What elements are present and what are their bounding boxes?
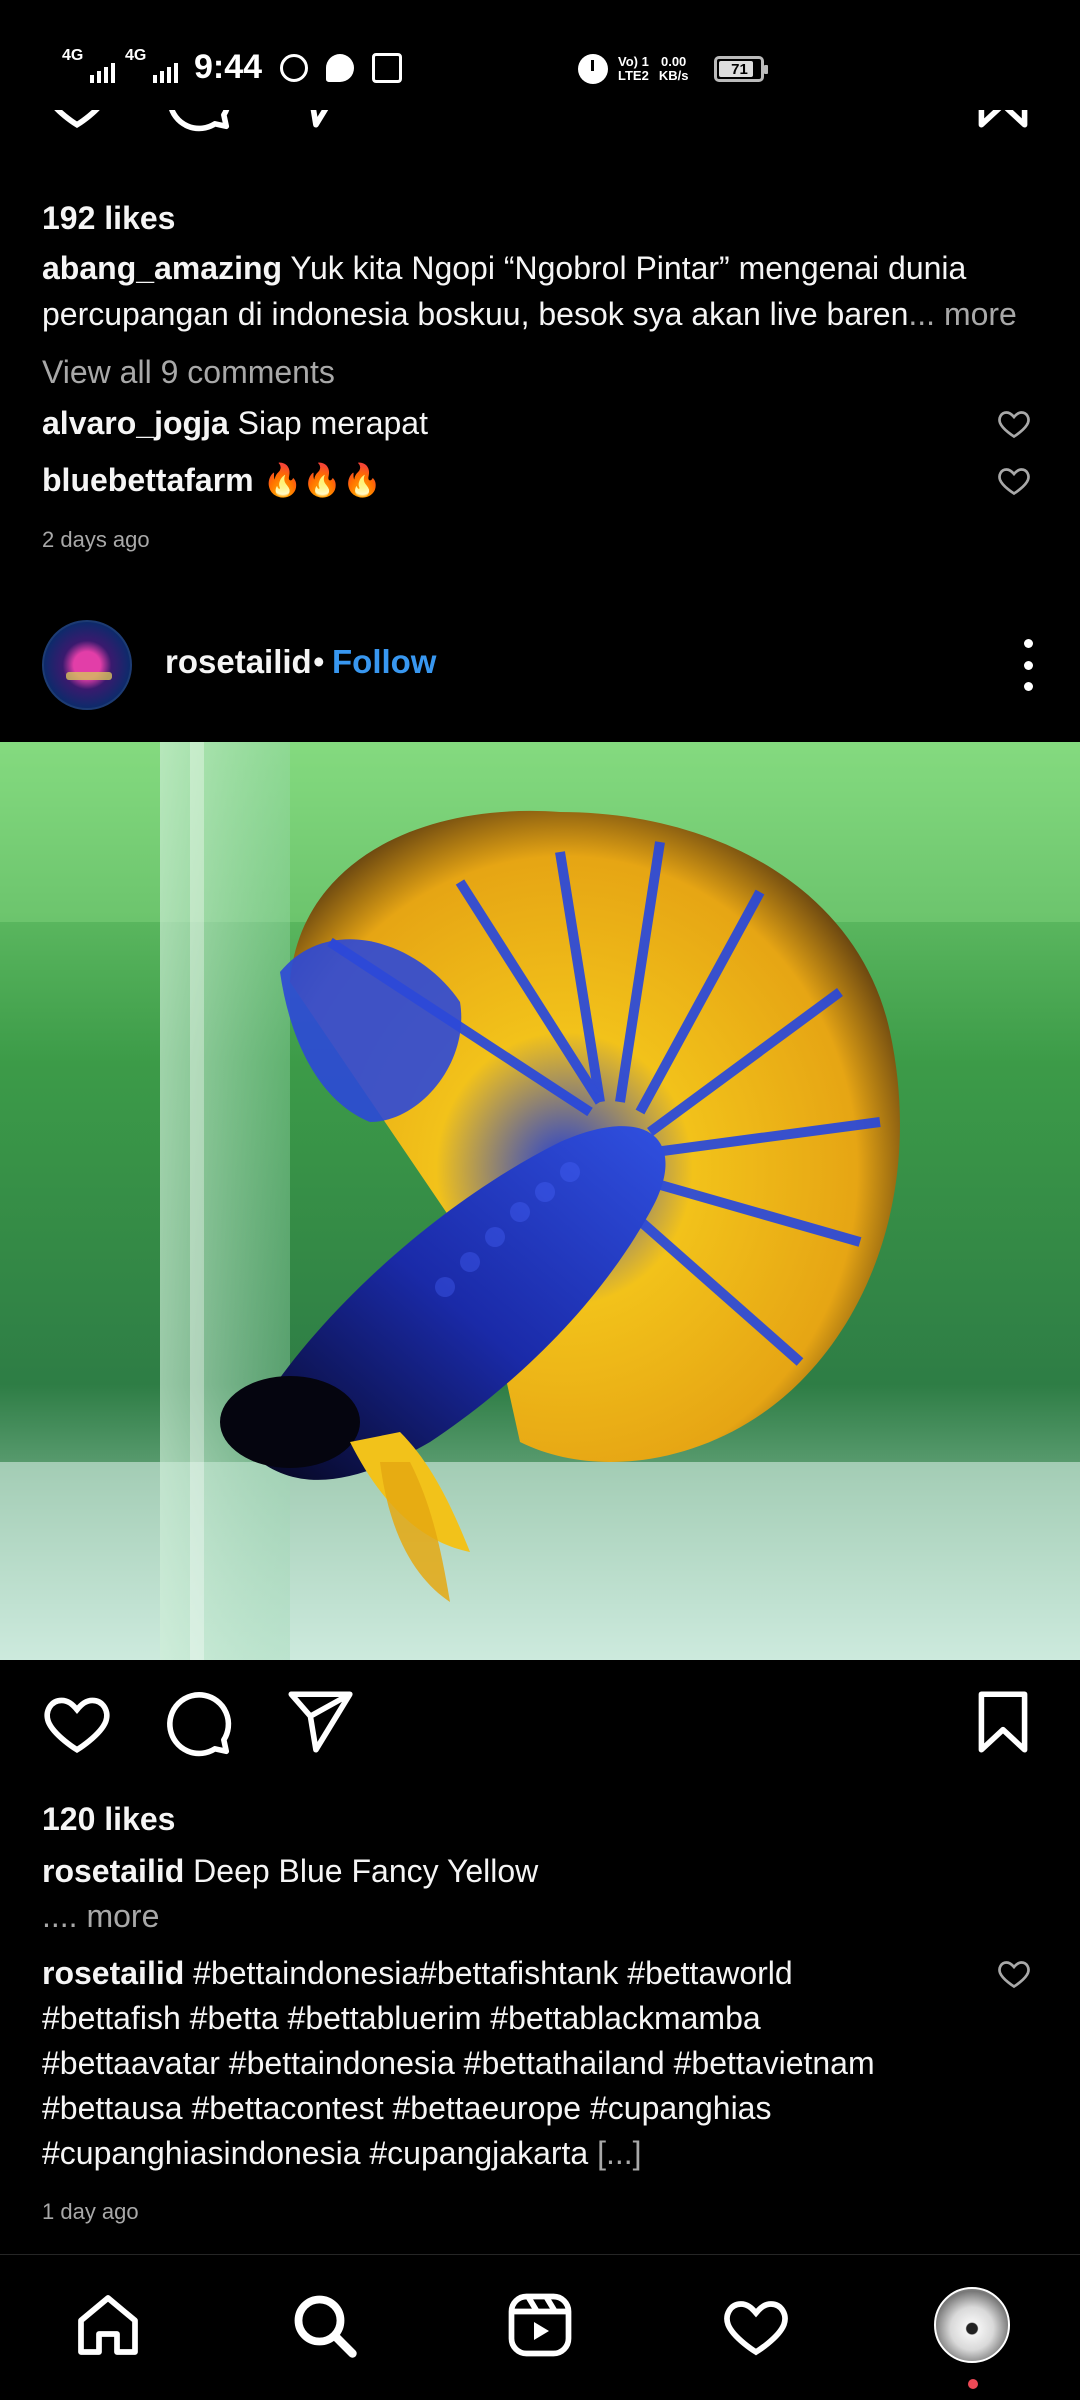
- post1-action-row: [0, 100, 1080, 170]
- caption-more-link[interactable]: ... more: [908, 296, 1016, 332]
- post1-caption: abang_amazing Yuk kita Ngopi “Ngobrol Pi…: [42, 246, 966, 290]
- status-right: Vo) 1 LTE2 0.00 KB/s 71: [578, 54, 769, 84]
- post2-caption: rosetailid Deep Blue Fancy Yellow: [42, 1849, 538, 1893]
- notification-dot: [968, 2379, 978, 2389]
- post1-caption-line2: percupangan di indonesia boskuu, besok s…: [42, 292, 1017, 336]
- comment-row: bluebettafarm 🔥🔥🔥: [42, 458, 382, 502]
- profile-avatar[interactable]: [934, 2287, 1010, 2363]
- signal-2-icon: 4G: [125, 47, 178, 83]
- hashtag-comment-line1: rosetailid #bettaindonesia#bettafishtank…: [42, 1951, 793, 1995]
- caption-more-link[interactable]: .... more: [42, 1894, 159, 1938]
- post-author-username[interactable]: rosetailid: [165, 643, 312, 681]
- caption-username[interactable]: abang_amazing: [42, 250, 282, 286]
- post1-timestamp: 2 days ago: [42, 527, 150, 552]
- hashtags-last-line: #cupanghiasindonesia #cupangjakarta [...…: [42, 2131, 642, 2175]
- comment-text: 🔥🔥🔥: [262, 462, 383, 498]
- post2-timestamp: 1 day ago: [42, 2199, 139, 2224]
- message-icon: [326, 53, 355, 82]
- network-speed: 0.00 KB/s: [658, 54, 689, 83]
- alarm-icon: [578, 54, 608, 84]
- profile-picture: [934, 2287, 1010, 2363]
- view-all-comments-link[interactable]: View all 9 comments: [42, 350, 335, 394]
- hashtags[interactable]: #bettaavatar #bettaindonesia #bettathail…: [42, 2041, 875, 2085]
- post2-action-row: [0, 1685, 1080, 1775]
- truncation-link[interactable]: [...]: [597, 2135, 641, 2171]
- separator-dot: •: [313, 643, 325, 680]
- more-options-icon[interactable]: [1018, 639, 1038, 691]
- comment-row: alvaro_jogja Siap merapat: [42, 401, 428, 445]
- hashtags[interactable]: #cupanghiasindonesia #cupangjakarta: [42, 2135, 588, 2171]
- comment-username[interactable]: bluebettafarm: [42, 462, 254, 498]
- like-icon[interactable]: [40, 1685, 114, 1759]
- status-left: 4G 4G 9:44: [62, 47, 403, 87]
- comment-icon[interactable]: [160, 1685, 234, 1759]
- post-image[interactable]: [0, 742, 1080, 1660]
- share-icon[interactable]: [282, 1685, 356, 1759]
- search-icon[interactable]: [286, 2287, 362, 2363]
- caption-username[interactable]: rosetailid: [42, 1853, 184, 1889]
- comment-text: Siap merapat: [237, 405, 428, 441]
- reels-icon[interactable]: [502, 2287, 578, 2363]
- follow-button[interactable]: Follow: [332, 643, 436, 681]
- home-icon[interactable]: [70, 2287, 146, 2363]
- caption-text-line2: percupangan di indonesia boskuu, besok s…: [42, 296, 909, 332]
- whatsapp-icon: [280, 53, 309, 82]
- hashtags[interactable]: #bettaindonesia#bettafishtank #bettaworl…: [193, 1955, 793, 1991]
- post1-likes[interactable]: 192 likes: [42, 196, 175, 240]
- post-author-avatar[interactable]: [42, 620, 132, 710]
- comment-username[interactable]: rosetailid: [42, 1955, 184, 1991]
- comment-username[interactable]: alvaro_jogja: [42, 405, 229, 441]
- battery-icon: 71: [714, 56, 769, 82]
- comment-like-icon[interactable]: [996, 405, 1032, 441]
- battery-level: 71: [731, 60, 748, 78]
- caption-text: Yuk kita Ngopi “Ngobrol Pintar” mengenai…: [290, 250, 967, 286]
- activity-heart-icon[interactable]: [718, 2287, 794, 2363]
- comment-like-icon[interactable]: [996, 1955, 1032, 1991]
- save-icon[interactable]: [966, 1685, 1040, 1759]
- signal-1-icon: 4G: [62, 47, 115, 83]
- post2-header: rosetailid • Follow: [0, 615, 1080, 715]
- clock: 9:44: [194, 48, 263, 86]
- caption-text: Deep Blue Fancy Yellow: [193, 1853, 539, 1889]
- bottom-navigation: [0, 2254, 1080, 2400]
- network-type-1: 4G: [62, 46, 84, 64]
- volte-indicator: Vo) 1 LTE2: [618, 54, 649, 83]
- hashtags[interactable]: #bettausa #bettacontest #bettaeurope #cu…: [42, 2086, 771, 2130]
- hashtags[interactable]: #bettafish #betta #bettabluerim #bettabl…: [42, 1996, 761, 2040]
- comment-like-icon[interactable]: [996, 462, 1032, 498]
- calendar-icon: [372, 52, 403, 83]
- post2-likes[interactable]: 120 likes: [42, 1797, 175, 1841]
- status-bar: 4G 4G 9:44 Vo) 1 LTE2 0.00 KB/s 71: [0, 0, 1080, 110]
- network-type-2: 4G: [125, 46, 147, 64]
